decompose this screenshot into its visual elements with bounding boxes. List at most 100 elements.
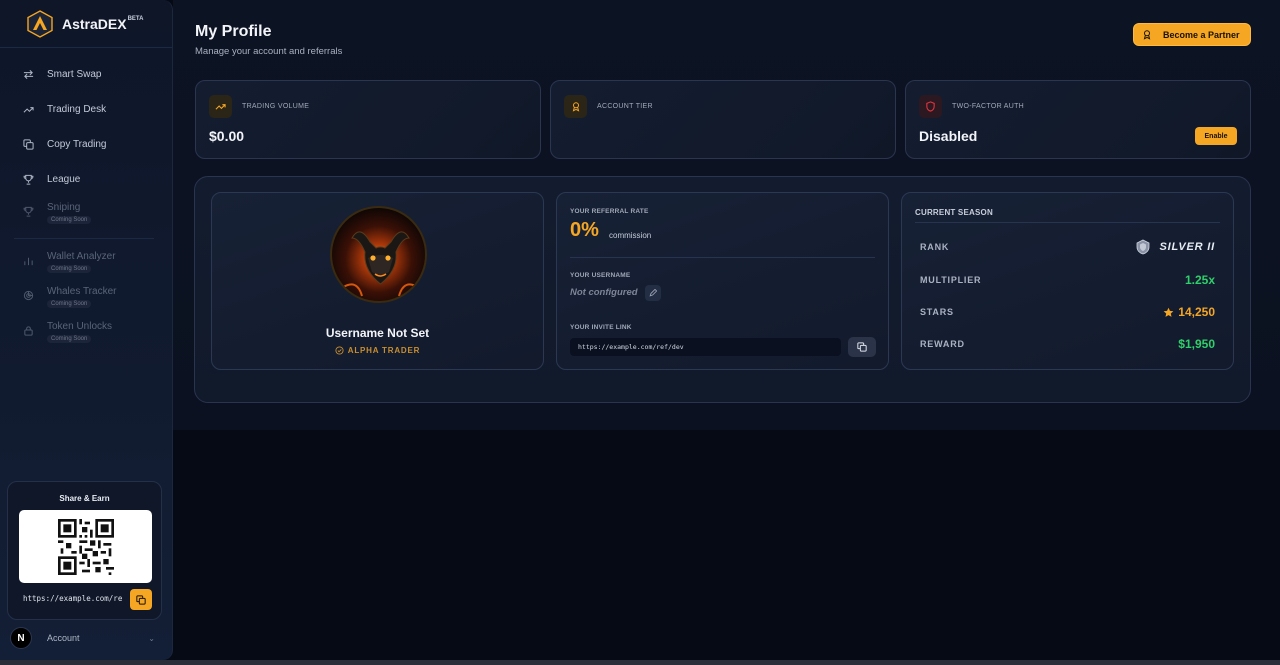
season-card: CURRENT SEASON RANK SILVER II MULTIPLIER… [901, 192, 1234, 370]
sidebar-item-label: League [47, 173, 81, 185]
season-row-rank: RANK SILVER II [920, 239, 1215, 255]
pencil-icon [649, 289, 657, 297]
page-subtitle: Manage your account and referrals [195, 46, 343, 57]
stat-label: TRADING VOLUME [242, 103, 310, 110]
sidebar-item-token-unlocks: Token Unlocks Coming Soon [22, 321, 112, 347]
star-icon [1163, 307, 1174, 317]
brand-name: AstraDEX [62, 16, 127, 32]
stat-label: ACCOUNT TIER [597, 103, 653, 110]
divider [0, 47, 172, 48]
trophy-icon [22, 173, 34, 185]
share-earn-card: Share & Earn https://example.com/re [7, 481, 162, 620]
qr-code [19, 510, 152, 583]
radar-icon [22, 289, 34, 301]
shield-icon [919, 95, 942, 118]
copy-invite-button[interactable] [848, 337, 876, 357]
qr-code-icon [57, 518, 114, 575]
referral-rate-suffix: commission [609, 231, 652, 240]
coming-soon-badge: Coming Soon [47, 300, 92, 308]
sidebar-item-label: Copy Trading [47, 138, 107, 150]
stat-value: Disabled [919, 128, 978, 144]
check-circle-icon [335, 346, 344, 355]
rank-label: SILVER II [1159, 241, 1215, 253]
sidebar-item-label: Sniping [47, 202, 81, 213]
coming-soon-badge: Coming Soon [47, 265, 92, 273]
season-key: MULTIPLIER [920, 275, 982, 285]
bull-avatar-image [341, 231, 420, 297]
share-copy-button[interactable] [130, 589, 152, 610]
copy-icon [22, 138, 34, 150]
season-title: CURRENT SEASON [915, 208, 993, 217]
invite-link-label: YOUR INVITE LINK [570, 324, 632, 331]
lock-icon [22, 324, 34, 336]
season-row-stars: STARS 14,250 [920, 304, 1215, 320]
divider [570, 257, 875, 258]
profile-card: Username Not Set ALPHA TRADER [211, 192, 544, 370]
username-value: Not configured [570, 287, 638, 298]
stars-value: 14,250 [1163, 305, 1215, 319]
beta-badge: BETA [127, 16, 144, 22]
username-display: Username Not Set [325, 326, 430, 340]
sidebar-item-label: Whales Tracker [47, 286, 117, 297]
stat-value: $0.00 [209, 128, 245, 144]
copy-icon [857, 342, 867, 352]
sidebar-item-smart-swap[interactable]: Smart Swap [22, 64, 101, 84]
reward-value: $1,950 [1178, 337, 1215, 351]
season-key: REWARD [920, 339, 965, 349]
sidebar-item-label: Trading Desk [47, 103, 107, 115]
brand[interactable]: AstraDEX BETA [26, 10, 143, 38]
account-label: Account [47, 633, 80, 643]
copy-icon [136, 594, 146, 605]
trend-icon [22, 103, 34, 115]
window-edge [0, 660, 1280, 665]
season-row-multiplier: MULTIPLIER 1.25x [920, 272, 1215, 288]
multiplier-value: 1.25x [1184, 273, 1215, 287]
coming-soon-badge: Coming Soon [47, 335, 92, 343]
referral-rate-label: YOUR REFERRAL RATE [570, 208, 649, 215]
season-key: STARS [920, 307, 954, 317]
edit-username-button[interactable] [645, 285, 661, 301]
sidebar-item-league[interactable]: League [22, 169, 80, 189]
two-factor-card: TWO-FACTOR AUTH Disabled Enable [905, 80, 1251, 159]
sidebar-item-whales-tracker: Whales Tracker Coming Soon [22, 286, 116, 312]
season-row-reward: REWARD $1,950 [920, 336, 1215, 352]
sidebar-item-trading-desk[interactable]: Trading Desk [22, 99, 106, 119]
avatar: N [10, 627, 32, 649]
partner-button-label: Become a Partner [1163, 29, 1240, 40]
sidebar-item-label: Token Unlocks [47, 321, 113, 332]
chevron-down-icon: ⌄ [148, 633, 155, 643]
invite-link-field[interactable]: https://example.com/ref/dev [570, 338, 841, 356]
trophy-icon [22, 205, 34, 217]
become-partner-button[interactable]: Become a Partner [1133, 23, 1251, 46]
referral-card: YOUR REFERRAL RATE 0% commission YOUR US… [556, 192, 889, 370]
username-label: YOUR USERNAME [570, 272, 631, 279]
avatar[interactable] [330, 206, 427, 303]
sidebar-item-label: Wallet Analyzer [47, 251, 116, 262]
sidebar-item-wallet-analyzer: Wallet Analyzer Coming Soon [22, 251, 116, 277]
account-tier-card: ACCOUNT TIER [550, 80, 896, 159]
sidebar-item-copy-trading[interactable]: Copy Trading [22, 134, 106, 154]
season-key: RANK [920, 242, 950, 252]
sidebar-item-sniping: Sniping Coming Soon [22, 202, 92, 228]
stat-label: TWO-FACTOR AUTH [952, 103, 1025, 110]
divider [14, 238, 154, 239]
share-title: Share & Earn [59, 494, 110, 503]
account-menu[interactable]: N Account ⌄ [10, 626, 155, 650]
silver-rank-icon [1136, 239, 1149, 255]
stars-count: 14,250 [1178, 305, 1215, 319]
sidebar-item-label: Smart Swap [47, 68, 102, 80]
trading-volume-card: TRADING VOLUME $0.00 [195, 80, 541, 159]
award-icon [1143, 30, 1151, 40]
swap-icon [22, 68, 34, 80]
enable-2fa-button[interactable]: Enable [1195, 127, 1237, 145]
award-icon [564, 95, 587, 118]
badge-label: ALPHA TRADER [347, 346, 421, 355]
trader-badge: ALPHA TRADER [212, 346, 543, 355]
referral-rate-value: 0% [570, 219, 599, 241]
page-title: My Profile [195, 23, 272, 40]
divider [915, 222, 1220, 223]
share-url[interactable]: https://example.com/re [19, 589, 127, 609]
trend-up-icon [209, 95, 232, 118]
astradex-logo-icon [27, 10, 53, 38]
coming-soon-badge: Coming Soon [47, 216, 92, 224]
